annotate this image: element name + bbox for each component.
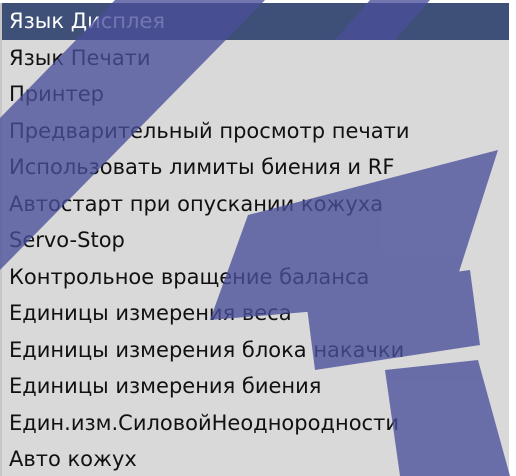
menu-item-display-language[interactable]: Язык Дисплея [2,3,509,40]
menu-item-print-preview[interactable]: Предварительный просмотр печати [2,113,509,150]
menu-item-runout-rf-limits[interactable]: Использовать лимиты биения и RF [2,149,509,186]
menu-item-weight-units[interactable]: Единицы измерения веса [2,295,509,332]
settings-screen: Язык Дисплея Язык Печати Принтер Предвар… [0,0,516,476]
menu-item-inflation-units[interactable]: Единицы измерения блока накачки [2,332,509,369]
menu-item-auto-hood[interactable]: Авто кожух [2,441,509,476]
menu-item-runout-units[interactable]: Единицы измерения биения [2,368,509,405]
menu-item-force-variation-units[interactable]: Един.изм.СиловойНеоднородности [2,405,509,442]
menu-item-print-language[interactable]: Язык Печати [2,40,509,77]
menu-item-servo-stop[interactable]: Servo-Stop [2,222,509,259]
menu-item-printer[interactable]: Принтер [2,76,509,113]
settings-menu-list: Язык Дисплея Язык Печати Принтер Предвар… [0,3,509,476]
menu-item-autostart-hood[interactable]: Автостарт при опускании кожуха [2,186,509,223]
menu-item-balance-check-spin[interactable]: Контрольное вращение баланса [2,259,509,296]
